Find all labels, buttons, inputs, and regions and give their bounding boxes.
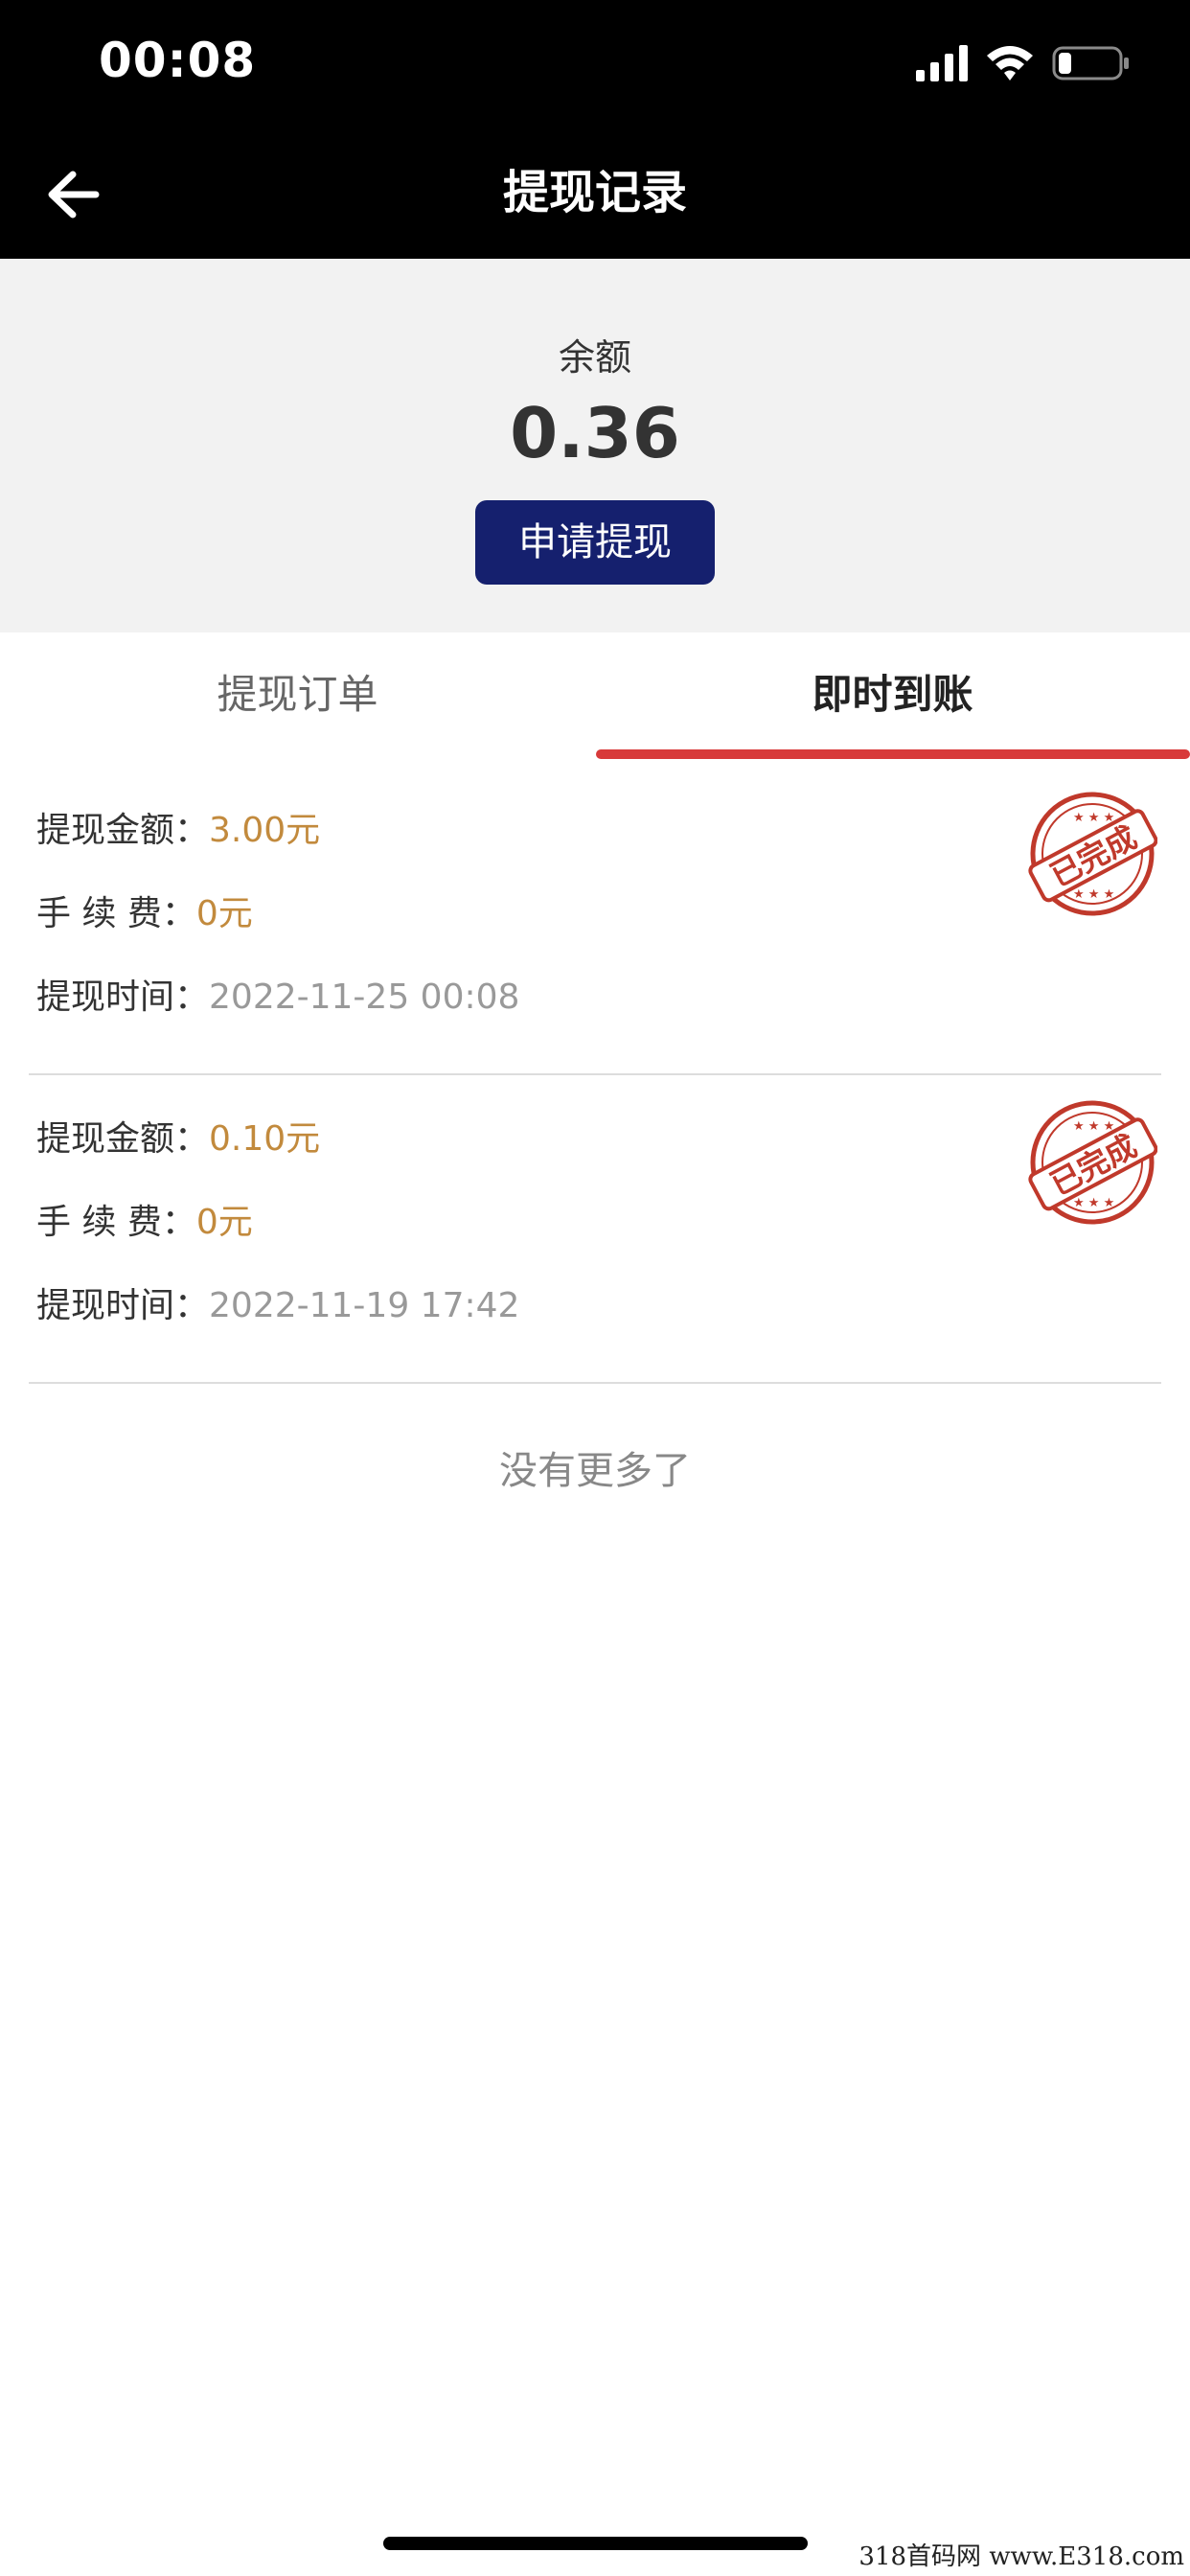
svg-text:★ ★ ★: ★ ★ ★ (1073, 887, 1114, 902)
completed-stamp-icon: ★ ★ ★ ★ ★ ★ 已完成 (1028, 1100, 1157, 1225)
tab-bar: 提现订单 即时到账 (0, 632, 1190, 763)
status-time: 00:08 (99, 33, 257, 88)
svg-text:★ ★ ★: ★ ★ ★ (1073, 811, 1114, 825)
nav-bar: 提现记录 (0, 129, 1190, 259)
withdraw-record: 提现金额：0.10元 手 续 费：0元 提现时间：2022-11-19 17:4… (29, 1075, 1161, 1384)
withdraw-record: 提现金额：3.00元 手 续 费：0元 提现时间：2022-11-25 00:0… (29, 767, 1161, 1075)
watermark: 318首码网 www.E318.com (858, 2542, 1184, 2571)
fee-row: 手 续 费：0元 (36, 1199, 253, 1247)
fee-row: 手 续 费：0元 (36, 890, 253, 938)
svg-text:已完成: 已完成 (1044, 1127, 1143, 1203)
page-title: 提现记录 (502, 166, 687, 219)
fee-label: 手 续 费： (36, 894, 196, 933)
balance-value: 0.36 (510, 393, 680, 473)
amount-row: 提现金额：3.00元 (36, 807, 320, 855)
completed-stamp-icon: ★ ★ ★ ★ ★ ★ 已完成 (1028, 792, 1157, 916)
tab-instant-arrival[interactable]: 即时到账 (595, 632, 1190, 757)
svg-text:★ ★ ★: ★ ★ ★ (1073, 1119, 1114, 1134)
amount-label: 提现金额： (36, 811, 210, 850)
battery-icon (1052, 46, 1129, 80)
amount-value: 3.00元 (209, 811, 321, 850)
fee-label: 手 续 费： (36, 1203, 196, 1242)
time-label: 提现时间： (36, 978, 210, 1017)
amount-row: 提现金额：0.10元 (36, 1116, 320, 1163)
balance-panel: 余额 0.36 申请提现 (0, 259, 1190, 632)
time-row: 提现时间：2022-11-25 00:08 (36, 974, 519, 1022)
time-label: 提现时间： (36, 1286, 210, 1325)
signal-icon (916, 45, 968, 81)
svg-text:★ ★ ★: ★ ★ ★ (1073, 1196, 1114, 1210)
time-value: 2022-11-25 00:08 (209, 978, 520, 1017)
active-tab-indicator (596, 749, 1190, 759)
svg-text:已完成: 已完成 (1044, 818, 1143, 894)
no-more-text: 没有更多了 (499, 1449, 691, 1493)
time-value: 2022-11-19 17:42 (209, 1286, 520, 1325)
time-row: 提现时间：2022-11-19 17:42 (36, 1282, 519, 1330)
fee-value: 0元 (195, 894, 253, 933)
fee-value: 0元 (195, 1203, 253, 1242)
amount-label: 提现金额： (36, 1119, 210, 1159)
balance-label: 余额 (558, 336, 631, 379)
apply-withdraw-button[interactable]: 申请提现 (475, 500, 715, 585)
home-indicator (383, 2537, 808, 2550)
tab-withdraw-orders[interactable]: 提现订单 (0, 632, 595, 757)
amount-value: 0.10元 (209, 1119, 321, 1159)
status-bar: 00:08 (0, 0, 1190, 129)
wifi-icon (987, 46, 1033, 80)
